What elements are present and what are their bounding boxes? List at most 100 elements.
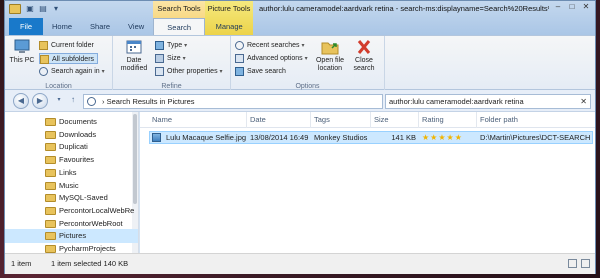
star-icon[interactable]: ★ — [430, 132, 437, 143]
search-icon — [87, 97, 96, 106]
search-input[interactable]: author:lulu cameramodel:aardvark retina … — [385, 94, 591, 109]
details-view-icon[interactable] — [568, 259, 577, 268]
breadcrumb-chevron-icon: › — [102, 97, 105, 106]
nav-item-label: Pictures — [59, 231, 87, 241]
search-again-button[interactable]: Search again in ▾ — [39, 66, 105, 77]
location-group: This PC Current folder All subfolders Se… — [5, 36, 113, 91]
tab-view[interactable]: View — [119, 18, 153, 35]
chevron-down-icon: ▾ — [184, 43, 188, 49]
computer-icon — [13, 39, 31, 55]
nav-item-label: PercontorLocalWebRe — [59, 205, 135, 215]
save-search-label: Save search — [247, 68, 286, 75]
large-icons-view-icon[interactable] — [581, 259, 590, 268]
new-folder-icon[interactable]: ▤ — [38, 4, 48, 14]
recent-locations-chevron-icon[interactable]: ▾ — [53, 95, 65, 107]
subfolders-icon — [40, 55, 49, 64]
tab-home[interactable]: Home — [43, 18, 81, 35]
folder-icon — [45, 118, 56, 126]
close-button[interactable]: ✕ — [579, 1, 593, 13]
star-icon[interactable]: ★ — [422, 132, 429, 143]
status-bar: 1 item 1 item selected 140 KB — [5, 253, 595, 274]
location-group-label: Location — [45, 83, 72, 90]
nav-item-label: PycharmProjects — [59, 244, 116, 253]
star-icon[interactable]: ★ — [447, 132, 454, 143]
column-tags[interactable]: Tags — [311, 112, 371, 128]
star-icon[interactable]: ★ — [438, 132, 445, 143]
column-folder-path[interactable]: Folder path — [477, 112, 593, 128]
navigation-pane: Documents Downloads Duplicati Favourites Lin… — [5, 112, 139, 253]
date-modified-label: Date modified — [120, 57, 148, 72]
properties-icon[interactable]: ▣ — [25, 4, 35, 14]
this-pc-button[interactable]: This PC — [7, 39, 37, 65]
save-search-button[interactable]: Save search — [235, 66, 286, 77]
folder-icon — [45, 245, 56, 253]
all-subfolders-button[interactable]: All subfolders — [39, 53, 99, 64]
nav-item-label: Downloads — [59, 129, 97, 139]
tab-share[interactable]: Share — [81, 18, 119, 35]
star-icon[interactable]: ★ — [455, 132, 462, 143]
column-date[interactable]: Date — [247, 112, 311, 128]
folder-icon — [45, 143, 56, 152]
nav-item[interactable]: PycharmProjects — [45, 242, 116, 253]
minimize-button[interactable]: – — [551, 1, 565, 13]
type-icon — [155, 41, 164, 50]
column-name[interactable]: Name — [149, 112, 247, 128]
chevron-down-icon: ▾ — [301, 43, 305, 49]
breadcrumb[interactable]: Search Results in Pictures — [107, 97, 195, 106]
refine-group: Date modified Type ▾ Size ▾ Other proper… — [113, 36, 231, 91]
current-folder-button[interactable]: Current folder — [39, 40, 94, 51]
nav-item-label: Favourites — [59, 155, 95, 165]
file-folder-path: D:\Martin\Pictures\DCT-SEARCH — [480, 133, 591, 142]
open-file-location-label: Open file location — [315, 57, 345, 72]
search-again-label: Search again in — [51, 68, 100, 75]
file-rating[interactable]: ★ ★ ★ ★ ★ — [420, 132, 478, 143]
type-label: Type — [167, 42, 183, 49]
nav-item-label: MySQL-Saved — [59, 193, 108, 203]
item-count: 1 item — [11, 259, 32, 268]
folder-icon — [39, 41, 48, 50]
column-size[interactable]: Size — [371, 112, 419, 128]
window-title: author:lulu cameramodel:aardvark retina … — [259, 4, 549, 13]
nav-scroll-thumb[interactable] — [133, 114, 137, 204]
size-icon — [155, 54, 164, 63]
folder-icon — [45, 156, 56, 165]
up-arrow-icon[interactable]: ↑ — [66, 94, 80, 108]
other-properties-button[interactable]: Other properties ▾ — [155, 66, 223, 77]
advanced-options-icon — [235, 54, 244, 63]
tab-manage[interactable]: Manage — [205, 18, 253, 35]
open-file-location-button[interactable]: Open file location — [313, 39, 347, 73]
explorer-window: ▣ ▤ ▾ Search Tools Picture Tools author:… — [4, 0, 596, 274]
recent-searches-button[interactable]: Recent searches ▾ — [235, 40, 305, 51]
address-bar[interactable]: › Search Results in Pictures — [83, 94, 383, 109]
tab-file[interactable]: File — [9, 18, 43, 35]
file-size: 141 KB — [391, 133, 416, 142]
size-label: Size — [167, 55, 181, 62]
maximize-button[interactable]: □ — [565, 1, 579, 13]
close-search-button[interactable]: Close search — [349, 39, 379, 73]
search-query: author:lulu cameramodel:aardvark retina — [389, 97, 524, 106]
date-modified-button[interactable]: Date modified — [117, 39, 151, 73]
folder-icon — [45, 194, 56, 203]
tab-search[interactable]: Search — [153, 18, 206, 36]
back-button[interactable]: ◀ — [13, 93, 29, 109]
folder-icon — [45, 206, 56, 215]
clock-icon — [235, 41, 244, 50]
clear-search-icon[interactable]: ✕ — [580, 95, 587, 108]
close-icon — [355, 39, 373, 55]
column-rating[interactable]: Rating — [419, 112, 477, 128]
type-button[interactable]: Type ▾ — [155, 40, 187, 51]
folder-app-icon — [9, 4, 21, 14]
forward-button[interactable]: ▶ — [32, 93, 48, 109]
picture-tools-label: Picture Tools — [207, 4, 251, 13]
file-tags: Monkey Studios — [314, 133, 368, 142]
chevron-down-icon[interactable]: ▾ — [51, 4, 61, 14]
chevron-down-icon: ▾ — [304, 56, 308, 62]
nav-item-label: Music — [59, 180, 79, 190]
quick-access-toolbar: ▣ ▤ ▾ — [25, 4, 61, 15]
close-search-label: Close search — [353, 57, 375, 72]
advanced-options-button[interactable]: Advanced options ▾ — [235, 53, 308, 64]
size-button[interactable]: Size ▾ — [155, 53, 186, 64]
table-row[interactable]: Lulu Macaque Selfie.jpg 13/08/2014 16:49… — [149, 131, 593, 144]
options-group: Recent searches ▾ Advanced options ▾ Sav… — [231, 36, 385, 91]
folder-icon — [45, 168, 56, 177]
